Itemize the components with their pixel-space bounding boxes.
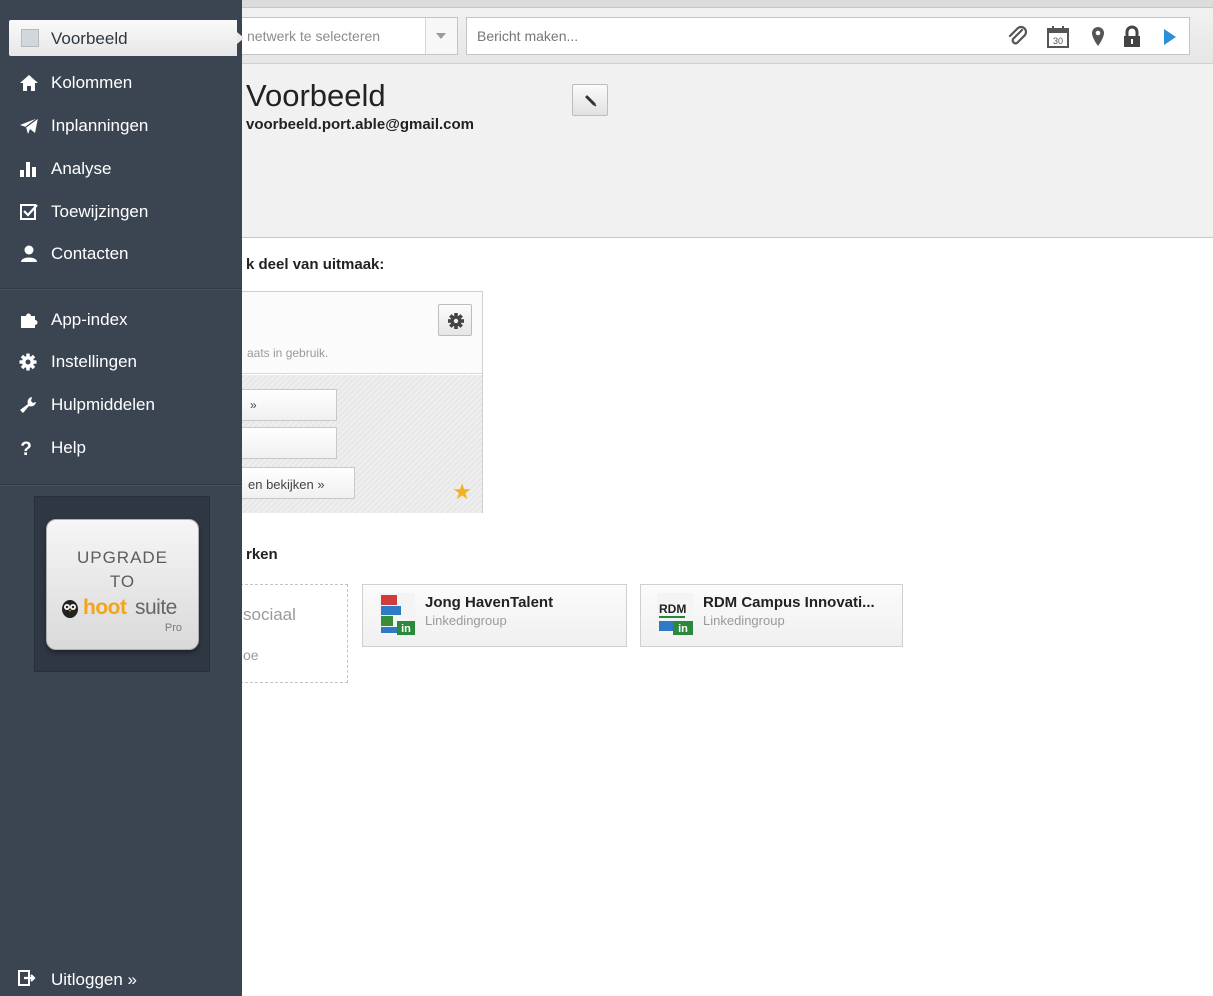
sidebar-item-app-index[interactable]: App-index: [0, 302, 242, 338]
puzzle-icon: [21, 313, 38, 328]
home-icon: [20, 75, 38, 91]
sidebar-item-label: Help: [51, 438, 86, 457]
wrench-icon: [20, 397, 36, 413]
compose-message-box[interactable]: 30: [466, 17, 1190, 55]
sidebar-item-label: Voorbeeld: [51, 29, 128, 48]
sidebar-divider: [0, 288, 242, 290]
profile-email: voorbeeld.port.able@gmail.com: [246, 116, 475, 133]
sidebar-nav: Voorbeeld Kolommen Inplanningen Analyse …: [0, 0, 244, 996]
network-selector-placeholder: netwerk te selecteren: [247, 28, 381, 44]
organization-card: aats in gebruik. » en bekijken » ★: [200, 291, 483, 513]
upgrade-panel: UPGRADE TO hoot suite Pro: [34, 496, 210, 672]
network-type: Linkedingroup: [425, 613, 507, 628]
sidebar-item-label: App-index: [51, 310, 128, 329]
svg-text:in: in: [401, 623, 411, 635]
upgrade-text: UPGRADE: [76, 548, 169, 567]
organization-card-body: » en bekijken » ★: [201, 375, 482, 513]
network-selector[interactable]: netwerk te selecteren: [238, 17, 458, 55]
star-icon: ★: [452, 479, 472, 504]
sidebar-item-kolommen[interactable]: Kolommen: [0, 65, 242, 101]
owl-icon: [62, 600, 78, 618]
network-dropdown-button[interactable]: [425, 18, 457, 54]
sidebar-item-label: Instellingen: [51, 352, 138, 371]
jong-haventalent-logo-icon: in: [379, 593, 415, 635]
hootsuite-logo: hoot suite: [61, 596, 191, 622]
network-name: RDM Campus Innovati...: [703, 594, 875, 611]
sidebar-item-label: Analyse: [51, 159, 112, 178]
chevron-down-icon: [436, 33, 446, 39]
organization-secondary-button[interactable]: [231, 427, 337, 459]
rdm-campus-logo-icon: RDM in: [657, 593, 693, 635]
send-icon[interactable]: [1157, 24, 1183, 50]
add-network-text: sociaal: [243, 605, 296, 624]
sidebar-item-profile[interactable]: Voorbeeld: [9, 20, 244, 56]
gear-icon: [19, 353, 37, 371]
person-icon: [21, 245, 37, 262]
question-icon: ?: [20, 439, 32, 458]
paper-plane-icon: [20, 117, 39, 134]
network-card-jong-haventalent[interactable]: in Jong HavenTalent Linkedingroup: [362, 584, 627, 647]
sidebar-item-analyse[interactable]: Analyse: [0, 151, 242, 187]
sidebar-item-toewijzingen[interactable]: Toewijzingen: [0, 194, 242, 230]
pencil-icon: [585, 95, 597, 107]
compose-message-input[interactable]: [467, 18, 987, 54]
sidebar-item-contacten[interactable]: Contacten: [0, 236, 242, 272]
avatar: [21, 29, 39, 47]
seats-in-use-text: aats in gebruik.: [247, 346, 329, 360]
edit-profile-button[interactable]: [572, 84, 608, 116]
checkbox-icon: [20, 204, 38, 220]
organization-card-header: aats in gebruik.: [201, 292, 482, 374]
active-pointer: [237, 32, 244, 44]
calendar-icon[interactable]: 30: [1045, 24, 1071, 50]
organization-section-title: k deel van uitmaak:: [246, 256, 385, 273]
bar-chart-icon: [20, 162, 36, 177]
logout-icon: [18, 970, 36, 986]
organization-action-button[interactable]: »: [231, 389, 337, 421]
sidebar-item-label: Kolommen: [51, 73, 133, 92]
sidebar-item-label: Contacten: [51, 244, 129, 263]
upgrade-to-text: TO: [109, 572, 136, 591]
sidebar-item-hulpmiddelen[interactable]: Hulpmiddelen: [0, 387, 242, 423]
add-network-subtext: oe: [243, 647, 259, 663]
logout-link[interactable]: Uitloggen »: [0, 964, 242, 996]
svg-text:30: 30: [1053, 36, 1063, 46]
logout-label: Uitloggen »: [51, 970, 138, 989]
sidebar-item-help[interactable]: ? Help: [0, 430, 242, 466]
network-name: Jong HavenTalent: [425, 594, 554, 611]
location-pin-icon[interactable]: [1085, 24, 1111, 50]
network-type: Linkedingroup: [703, 613, 785, 628]
svg-text:RDM: RDM: [659, 602, 686, 616]
paperclip-icon[interactable]: [1005, 24, 1031, 50]
sidebar-item-label: Inplanningen: [51, 116, 149, 135]
organization-view-button[interactable]: en bekijken »: [231, 467, 355, 499]
organization-settings-button[interactable]: [438, 304, 472, 336]
profile-name: Voorbeeld: [246, 78, 386, 113]
pro-label: Pro: [164, 622, 182, 634]
gear-icon: [448, 313, 464, 329]
svg-text:?: ?: [20, 439, 32, 458]
network-card-rdm-campus[interactable]: RDM in RDM Campus Innovati... Linkedingr…: [640, 584, 903, 647]
sidebar-item-inplanningen[interactable]: Inplanningen: [0, 108, 242, 144]
brand-hoot: hoot: [83, 596, 127, 619]
sidebar-item-instellingen[interactable]: Instellingen: [0, 344, 242, 380]
upgrade-to-pro-button[interactable]: UPGRADE TO hoot suite Pro: [46, 519, 199, 650]
sidebar-item-label: Hulpmiddelen: [51, 395, 155, 414]
sidebar-divider: [0, 484, 242, 486]
networks-section-title: rken: [246, 546, 278, 563]
svg-text:in: in: [678, 623, 688, 635]
lock-icon[interactable]: [1119, 24, 1145, 50]
sidebar-item-label: Toewijzingen: [51, 202, 149, 221]
brand-suite: suite: [135, 596, 177, 619]
